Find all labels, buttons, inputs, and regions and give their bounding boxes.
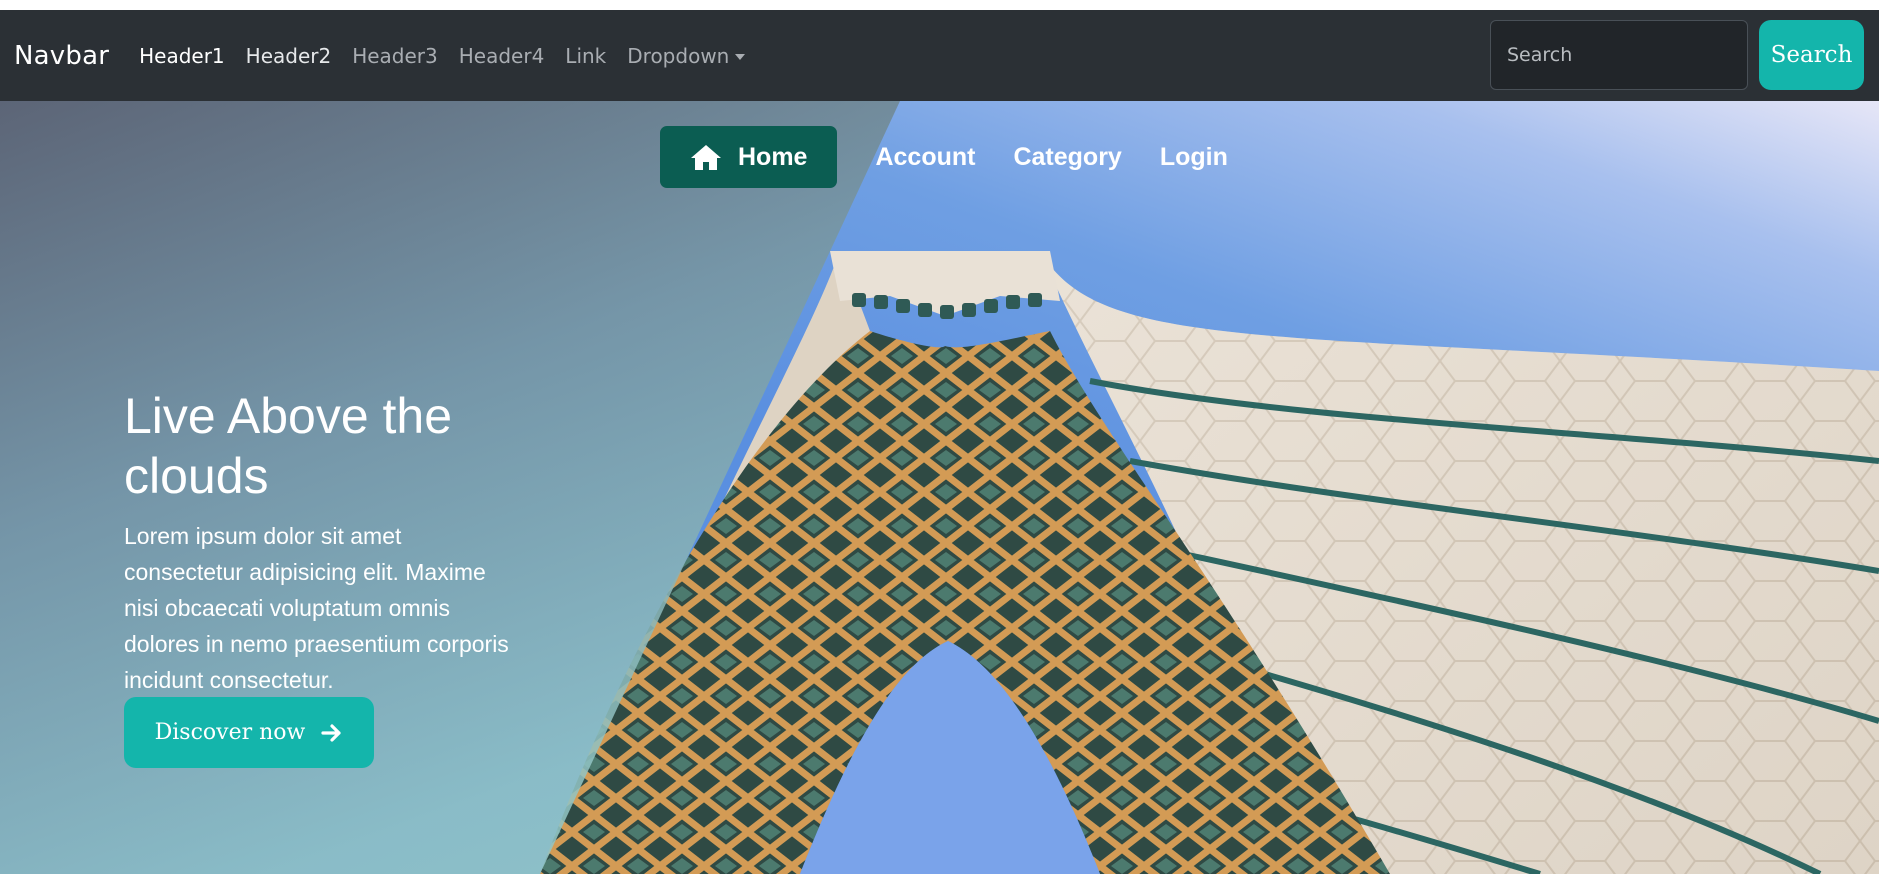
navbar-brand[interactable]: Navbar bbox=[14, 41, 109, 71]
navbar-links: Header1 Header2 Header3 Header4 Link Dro… bbox=[139, 44, 766, 68]
discover-now-label: Discover now bbox=[154, 720, 306, 745]
search-button[interactable]: Search bbox=[1759, 20, 1864, 90]
arrow-right-icon bbox=[321, 723, 341, 742]
discover-now-button[interactable]: Discover now bbox=[124, 697, 374, 768]
hero-nav-category[interactable]: Category bbox=[1013, 143, 1121, 172]
hero-nav: Home Account Category Login bbox=[660, 126, 1228, 188]
nav-link-header1[interactable]: Header1 bbox=[139, 44, 225, 68]
hero-nav-login[interactable]: Login bbox=[1160, 143, 1228, 172]
nav-link-header4[interactable]: Header4 bbox=[459, 44, 545, 68]
page: Navbar Header1 Header2 Header3 Header4 L… bbox=[0, 0, 1879, 874]
search-input[interactable] bbox=[1490, 20, 1748, 90]
hero-text: Live Above the clouds Lorem ipsum dolor … bbox=[124, 386, 524, 698]
hero-nav-home-label: Home bbox=[738, 142, 808, 171]
search-form: Search bbox=[1490, 20, 1864, 90]
top-navbar: Navbar Header1 Header2 Header3 Header4 L… bbox=[0, 10, 1879, 101]
nav-dropdown-toggle[interactable]: Dropdown bbox=[627, 43, 746, 68]
nav-link-link[interactable]: Link bbox=[565, 44, 606, 68]
hero-nav-home[interactable]: Home bbox=[660, 126, 838, 188]
home-icon bbox=[691, 145, 721, 170]
hero-title: Live Above the clouds bbox=[124, 388, 453, 504]
nav-link-header2[interactable]: Header2 bbox=[246, 44, 332, 68]
nav-dropdown-label: Dropdown bbox=[627, 43, 730, 68]
nav-link-header3[interactable]: Header3 bbox=[352, 44, 438, 68]
hero-body: Lorem ipsum dolor sit amet consectetur a… bbox=[124, 523, 509, 693]
caret-down-icon bbox=[735, 53, 746, 60]
hero-nav-account[interactable]: Account bbox=[875, 143, 975, 172]
